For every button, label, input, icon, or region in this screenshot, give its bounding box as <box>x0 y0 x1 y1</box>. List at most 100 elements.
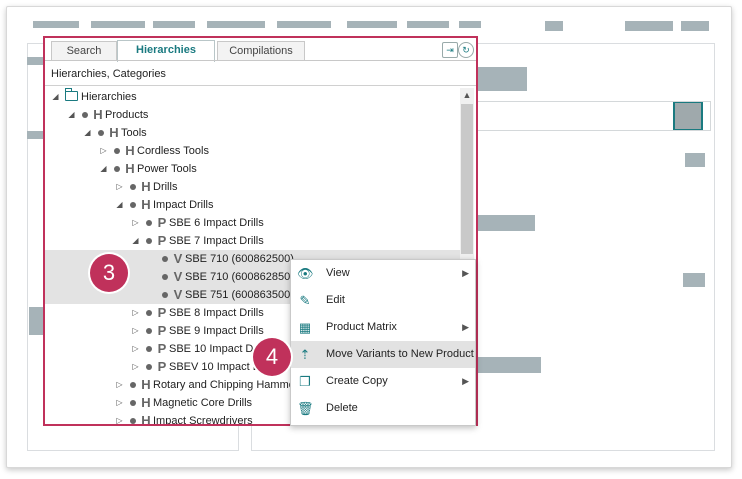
blurred-menu-item <box>347 21 397 28</box>
tab-search[interactable]: Search <box>51 41 117 61</box>
status-dot-icon <box>82 112 88 118</box>
blurred-field <box>477 67 527 91</box>
submenu-arrow-icon: ▶ <box>462 376 469 386</box>
menu-item-label: Move Variants to New Product <box>326 348 474 360</box>
expand-icon[interactable]: ▷ <box>115 412 124 424</box>
expand-icon[interactable]: ▷ <box>115 394 124 412</box>
tree-label: SBE 710 (600862500) <box>185 253 294 265</box>
blurred-icon <box>683 273 705 287</box>
expand-icon[interactable]: ▷ <box>131 358 140 376</box>
tree-label: SBE 710 (600862850) <box>185 271 294 283</box>
tree-row[interactable]: ◢ H Impact Drills <box>45 196 460 214</box>
tab-bar: Search Hierarchies Compilations ⇥ ↻ <box>45 38 476 62</box>
collapse-icon[interactable]: ◢ <box>99 160 108 178</box>
tree-row[interactable]: ▷ H Drills <box>45 178 460 196</box>
blurred-field <box>477 215 535 231</box>
expand-icon[interactable]: ▷ <box>131 214 140 232</box>
collapse-icon[interactable]: ◢ <box>115 196 124 214</box>
menu-item-create-copy[interactable]: ❐ Create Copy ▶ <box>291 368 475 395</box>
node-type-icon: H <box>141 197 151 212</box>
blurred-menu-item <box>91 21 145 28</box>
status-dot-icon <box>130 418 136 424</box>
tab-divider <box>45 60 476 61</box>
status-dot-icon <box>146 220 152 226</box>
expand-icon[interactable]: ▷ <box>99 142 108 160</box>
eye-icon: 👁 <box>297 266 314 281</box>
node-type-icon: P <box>157 323 167 338</box>
status-dot-icon <box>114 166 120 172</box>
tree-label: SBE 8 Impact Drills <box>169 307 264 319</box>
breadcrumb-divider <box>45 85 476 86</box>
context-menu: 👁 View ▶ ✎ Edit ▦ Product Matrix ▶ ⇡ Move Variant… <box>290 259 476 426</box>
tab-compilations[interactable]: Compilations <box>217 41 305 61</box>
status-dot-icon <box>130 400 136 406</box>
expand-icon[interactable]: ▷ <box>131 322 140 340</box>
blurred-icon <box>685 153 705 167</box>
tree-label: Products <box>105 109 149 121</box>
blurred-field <box>475 101 711 131</box>
status-dot-icon <box>162 274 168 280</box>
submenu-arrow-icon: ▶ <box>462 322 469 332</box>
tree-label: Power Tools <box>137 163 197 175</box>
blurred-icon <box>545 21 563 31</box>
blurred-button <box>625 21 673 31</box>
collapse-icon[interactable]: ◢ <box>83 124 92 142</box>
collapse-icon[interactable]: ◢ <box>131 232 140 250</box>
copy-icon: ❐ <box>299 374 311 389</box>
pencil-icon: ✎ <box>299 293 311 308</box>
menu-item-label: Edit <box>326 294 345 306</box>
collapse-icon[interactable]: ◢ <box>67 106 76 124</box>
status-dot-icon <box>162 256 168 262</box>
tree-label: Hierarchies <box>81 91 137 103</box>
move-variants-icon: ⇡ <box>299 347 311 362</box>
breadcrumb: Hierarchies, Categories <box>51 68 166 80</box>
tree-row[interactable]: ◢ Hierarchies <box>45 88 460 106</box>
trash-icon: 🗑 <box>297 401 314 416</box>
tree-row[interactable]: ◢ H Products <box>45 106 460 124</box>
blurred-menu-item <box>207 21 265 28</box>
status-dot-icon <box>162 292 168 298</box>
tree-label: Cordless Tools <box>137 145 209 157</box>
node-type-icon: P <box>157 305 167 320</box>
menu-item-move-variants-to-new-product[interactable]: ⇡ Move Variants to New Product <box>291 341 475 368</box>
tree-label: Rotary and Chipping Hammers <box>153 379 305 391</box>
status-dot-icon <box>98 130 104 136</box>
expand-icon[interactable]: ▷ <box>115 178 124 196</box>
export-icon[interactable]: ⇥ <box>442 42 458 58</box>
blurred-menu-item <box>277 21 331 28</box>
tree-label: Impact Screwdrivers <box>153 415 253 426</box>
tree-row[interactable]: ▷ P SBE 6 Impact Drills <box>45 214 460 232</box>
node-type-icon: H <box>93 107 103 122</box>
expand-icon[interactable]: ▷ <box>115 376 124 394</box>
scroll-up-icon[interactable]: ▲ <box>460 90 474 100</box>
status-dot-icon <box>146 238 152 244</box>
tree-row[interactable]: ◢ H Tools <box>45 124 460 142</box>
collapse-icon[interactable]: ◢ <box>51 88 60 106</box>
submenu-arrow-icon: ▶ <box>462 268 469 278</box>
tab-hierarchies[interactable]: Hierarchies <box>117 40 215 62</box>
expand-icon[interactable]: ▷ <box>131 304 140 322</box>
menu-item-label: Delete <box>326 402 358 414</box>
tree-label: SBE 9 Impact Drills <box>169 325 264 337</box>
blurred-field <box>477 357 541 373</box>
tree-row[interactable]: ◢ P SBE 7 Impact Drills <box>45 232 460 250</box>
scroll-thumb[interactable] <box>461 104 473 254</box>
menu-item-product-matrix[interactable]: ▦ Product Matrix ▶ <box>291 314 475 341</box>
node-type-icon: P <box>157 215 167 230</box>
tree-row[interactable]: ▷ H Cordless Tools <box>45 142 460 160</box>
status-dot-icon <box>146 364 152 370</box>
blurred-menu-item <box>459 21 481 28</box>
menu-item-edit[interactable]: ✎ Edit <box>291 287 475 314</box>
blurred-menu-item <box>33 21 79 28</box>
tree-label: SBE 751 (600863500) <box>185 289 294 301</box>
refresh-icon[interactable]: ↻ <box>458 42 474 58</box>
tree-row[interactable]: ◢ H Power Tools <box>45 160 460 178</box>
blurred-menu-item <box>153 21 195 28</box>
node-type-icon: V <box>173 269 183 284</box>
expand-icon[interactable]: ▷ <box>131 340 140 358</box>
menu-item-view[interactable]: 👁 View ▶ <box>291 260 475 287</box>
node-type-icon: H <box>125 161 135 176</box>
tree-label: Tools <box>121 127 147 139</box>
menu-item-delete[interactable]: 🗑 Delete <box>291 395 475 422</box>
status-dot-icon <box>146 328 152 334</box>
